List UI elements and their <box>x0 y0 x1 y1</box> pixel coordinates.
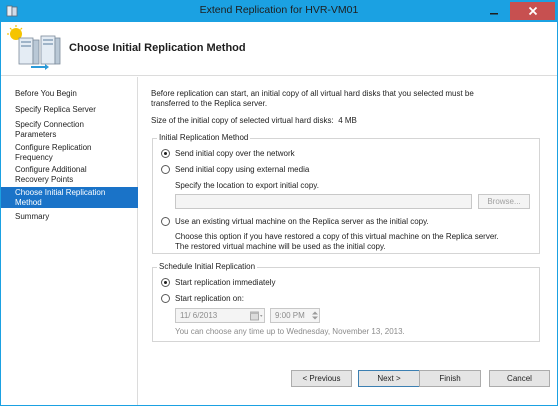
nav-item-choose-initial-replication-method[interactable]: Choose Initial Replication Method <box>1 187 138 208</box>
schedule-initial-replication-group: Schedule Initial Replication Start repli… <box>152 262 540 342</box>
start-time-spinner[interactable]: 9:00 PM <box>270 308 320 323</box>
radio-start-immediately[interactable] <box>161 278 170 287</box>
size-value: 4 MB <box>338 116 357 125</box>
close-icon <box>528 6 537 16</box>
cancel-button[interactable]: Cancel <box>489 370 550 387</box>
page-title: Choose Initial Replication Method <box>69 42 246 54</box>
finish-button[interactable]: Finish <box>419 370 481 387</box>
existing-vm-note-line1: Choose this option if you have restored … <box>175 232 499 241</box>
label-start-on[interactable]: Start replication on: <box>175 294 244 304</box>
wizard-window: Extend Replication for HVR-VM01 Choose I… <box>0 0 558 406</box>
label-send-over-network[interactable]: Send initial copy over the network <box>175 149 295 159</box>
export-location-input[interactable] <box>175 194 472 209</box>
initial-replication-method-group: Initial Replication Method Send initial … <box>152 133 540 254</box>
browse-button[interactable]: Browse... <box>478 194 530 209</box>
nav-item-summary[interactable]: Summary <box>1 212 138 222</box>
wizard-steps-nav: Before You Begin Specify Replica Server … <box>1 77 138 405</box>
next-button[interactable]: Next > <box>358 370 420 387</box>
nav-item-configure-additional-recovery-points[interactable]: Configure Additional Recovery Points <box>1 165 138 185</box>
nav-item-before-you-begin[interactable]: Before You Begin <box>1 89 138 99</box>
nav-item-specify-connection-parameters[interactable]: Specify Connection Parameters <box>1 120 138 140</box>
export-location-label: Specify the location to export initial c… <box>175 181 319 190</box>
group-label-schedule-initial-replication: Schedule Initial Replication <box>157 262 258 272</box>
label-use-existing-vm[interactable]: Use an existing virtual machine on the R… <box>175 217 429 227</box>
close-button[interactable] <box>510 2 555 20</box>
schedule-hint: You can choose any time up to Wednesday,… <box>175 327 405 336</box>
intro-text-line2: transferred to the Replica server. <box>151 99 268 108</box>
nav-item-specify-replica-server[interactable]: Specify Replica Server <box>1 105 138 115</box>
start-date-picker[interactable]: 11/ 6/2013 <box>175 308 265 323</box>
spinner-arrows-icon[interactable] <box>311 310 319 321</box>
wizard-content: Before replication can start, an initial… <box>139 77 557 357</box>
start-time-value: 9:00 PM <box>275 311 305 320</box>
calendar-icon[interactable] <box>250 311 263 321</box>
radio-use-existing-vm[interactable] <box>161 217 170 226</box>
group-label-initial-replication-method: Initial Replication Method <box>157 133 251 143</box>
radio-start-on[interactable] <box>161 294 170 303</box>
radio-send-over-network[interactable] <box>161 149 170 158</box>
window-title: Extend Replication for HVR-VM01 <box>199 4 359 16</box>
title-bar[interactable]: Extend Replication for HVR-VM01 <box>1 1 557 22</box>
label-send-external-media[interactable]: Send initial copy using external media <box>175 165 309 175</box>
size-label: Size of the initial copy of selected vir… <box>151 116 334 125</box>
intro-text-line1: Before replication can start, an initial… <box>151 89 474 98</box>
label-start-immediately[interactable]: Start replication immediately <box>175 278 275 288</box>
replication-servers-icon <box>7 25 61 70</box>
previous-button[interactable]: < Previous <box>291 370 352 387</box>
minimize-button[interactable] <box>482 2 506 20</box>
initial-copy-size-label: Size of the initial copy of selected vir… <box>151 116 357 126</box>
radio-send-external-media[interactable] <box>161 165 170 174</box>
start-date-value: 11/ 6/2013 <box>180 311 218 320</box>
wizard-header: Choose Initial Replication Method <box>1 22 557 76</box>
nav-item-configure-replication-frequency[interactable]: Configure Replication Frequency <box>1 143 138 163</box>
existing-vm-note-line2: The restored virtual machine will be use… <box>175 242 386 251</box>
wizard-footer: < Previous Next > Finish Cancel <box>139 357 557 405</box>
minimize-icon <box>490 13 498 15</box>
